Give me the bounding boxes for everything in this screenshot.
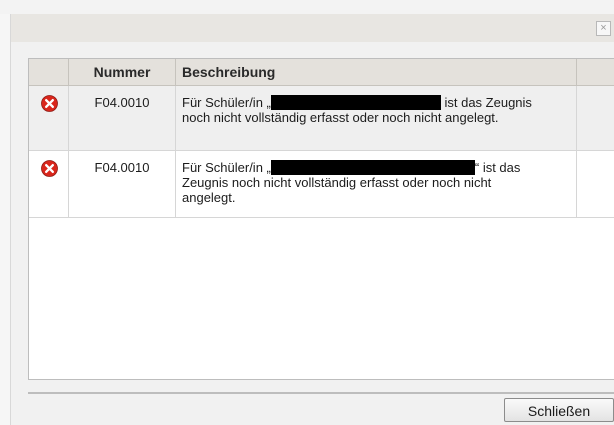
description-text-start: Für Schüler/in „ <box>182 160 271 175</box>
message-dialog: × Nummer Beschreibung F04.0010 Für Schül… <box>10 14 614 425</box>
footer-divider <box>28 392 614 394</box>
dialog-titlebar: × <box>11 14 614 42</box>
header-icon-column <box>29 59 69 85</box>
close-button[interactable]: Schließen <box>504 398 614 422</box>
close-icon[interactable]: × <box>596 21 611 36</box>
row-description: Für Schüler/in „ ist das Zeugnis noch ni… <box>176 86 577 150</box>
table-header: Nummer Beschreibung <box>29 59 614 86</box>
description-text-start: Für Schüler/in „ <box>182 95 271 110</box>
redacted-name <box>270 160 475 175</box>
error-icon <box>41 95 58 112</box>
row-description: Für Schüler/in „ “ ist das Zeugnis noch n… <box>176 151 577 217</box>
header-description[interactable]: Beschreibung <box>176 59 577 85</box>
row-number: F04.0010 <box>69 86 176 150</box>
header-number[interactable]: Nummer <box>69 59 176 85</box>
row-extra-cell <box>577 151 614 217</box>
row-number: F04.0010 <box>69 151 176 217</box>
row-icon-cell <box>29 86 69 150</box>
table-row[interactable]: F04.0010 Für Schüler/in „ ist das Zeugni… <box>29 86 614 151</box>
background-left-edge <box>0 14 10 425</box>
messages-table: Nummer Beschreibung F04.0010 Für Schüler… <box>28 58 614 380</box>
row-extra-cell <box>577 86 614 150</box>
background-strip <box>0 0 614 14</box>
redacted-name <box>270 95 441 110</box>
table-row[interactable]: F04.0010 Für Schüler/in „ “ ist das Zeugn… <box>29 151 614 218</box>
error-icon <box>41 160 58 177</box>
row-icon-cell <box>29 151 69 217</box>
header-extra-column <box>577 59 614 85</box>
